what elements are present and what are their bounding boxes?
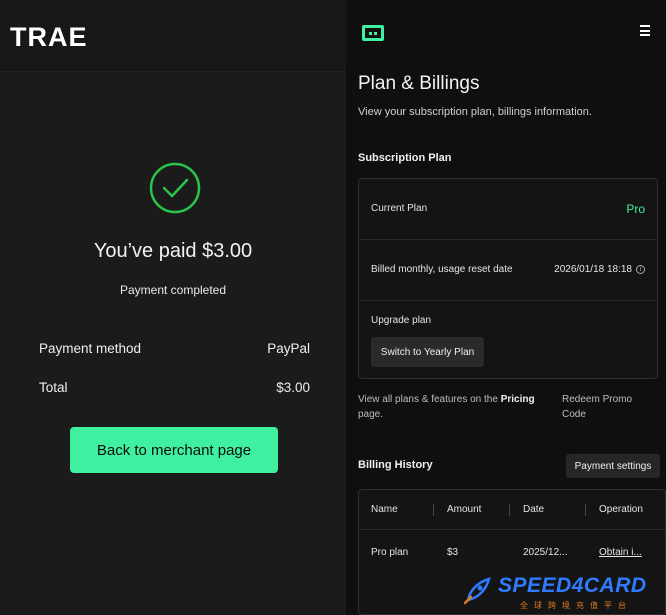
- watermark-tagline: 全球跨境充值平台: [520, 601, 632, 610]
- total-label: Total: [39, 380, 68, 395]
- billing-reset-label: Billed monthly, usage reset date: [371, 264, 513, 275]
- table-header-row: Name Amount Date Operation: [359, 490, 665, 530]
- pricing-note-suffix: page.: [358, 409, 384, 420]
- pricing-link[interactable]: Pricing: [501, 394, 535, 405]
- upgrade-plan-label: Upgrade plan: [371, 315, 432, 326]
- rocket-icon: [463, 577, 491, 605]
- payment-settings-button[interactable]: Payment settings: [566, 454, 660, 478]
- payment-status-text: Payment completed: [119, 283, 227, 297]
- switch-yearly-plan-button[interactable]: Switch to Yearly Plan: [371, 337, 484, 367]
- payment-method-label: Payment method: [39, 341, 142, 356]
- column-divider: [509, 504, 510, 516]
- trae-logo: TRAE: [10, 22, 88, 52]
- payment-method-value: PayPal: [267, 341, 310, 356]
- paid-amount-title: You’ve paid $3.00: [93, 240, 253, 262]
- page-subtitle: View your subscription plan, billings in…: [358, 106, 592, 118]
- plan-billings-panel: Plan & Billings View your subscription p…: [346, 0, 666, 615]
- column-header-operation: Operation: [599, 504, 643, 515]
- current-plan-row: Current Plan Pro: [359, 179, 657, 240]
- total-row: Total $3.00: [39, 380, 310, 395]
- pricing-note-prefix: View all plans & features on the: [358, 394, 501, 405]
- success-check-icon: [149, 162, 201, 214]
- billing-history-heading: Billing History: [358, 459, 433, 471]
- billing-reset-value: 2026/01/18 18:18: [554, 264, 632, 275]
- cell-amount: $3: [447, 547, 459, 558]
- billing-reset-value-wrap: 2026/01/18 18:18 i: [554, 264, 645, 275]
- cell-name: Pro plan: [371, 547, 409, 558]
- payment-method-row: Payment method PayPal: [39, 341, 310, 356]
- cell-date: 2025/12...: [523, 547, 568, 558]
- speed4card-watermark: SPEED4CARD 全球跨境充值平台: [462, 572, 666, 615]
- payment-confirmation-panel: TRAE You’ve paid $3.00 Payment completed…: [0, 0, 346, 615]
- obtain-invoice-link[interactable]: Obtain i...: [599, 547, 642, 558]
- billing-reset-row: Billed monthly, usage reset date 2026/01…: [359, 240, 657, 301]
- pricing-note: View all plans & features on the Pricing…: [358, 392, 548, 422]
- column-header-name: Name: [371, 504, 398, 515]
- header-bar: TRAE: [0, 0, 346, 72]
- trae-app-icon[interactable]: [362, 25, 384, 41]
- subscription-plan-heading: Subscription Plan: [358, 152, 452, 164]
- column-header-date: Date: [523, 504, 545, 515]
- column-divider: [585, 504, 586, 516]
- total-value: $3.00: [276, 380, 310, 395]
- column-header-amount: Amount: [447, 504, 482, 515]
- watermark-brand: SPEED4CARD: [498, 574, 647, 597]
- hamburger-menu-icon[interactable]: [640, 25, 650, 36]
- page-title: Plan & Billings: [358, 73, 480, 94]
- upgrade-plan-row: Upgrade plan Switch to Yearly Plan: [359, 301, 657, 379]
- column-divider: [433, 504, 434, 516]
- back-to-merchant-button[interactable]: Back to merchant page: [70, 427, 278, 473]
- redeem-promo-code-link[interactable]: Redeem Promo Code: [562, 392, 652, 422]
- current-plan-value: Pro: [626, 202, 645, 216]
- current-plan-label: Current Plan: [371, 203, 428, 214]
- info-icon[interactable]: i: [636, 265, 645, 274]
- subscription-plan-card: Current Plan Pro Billed monthly, usage r…: [358, 178, 658, 379]
